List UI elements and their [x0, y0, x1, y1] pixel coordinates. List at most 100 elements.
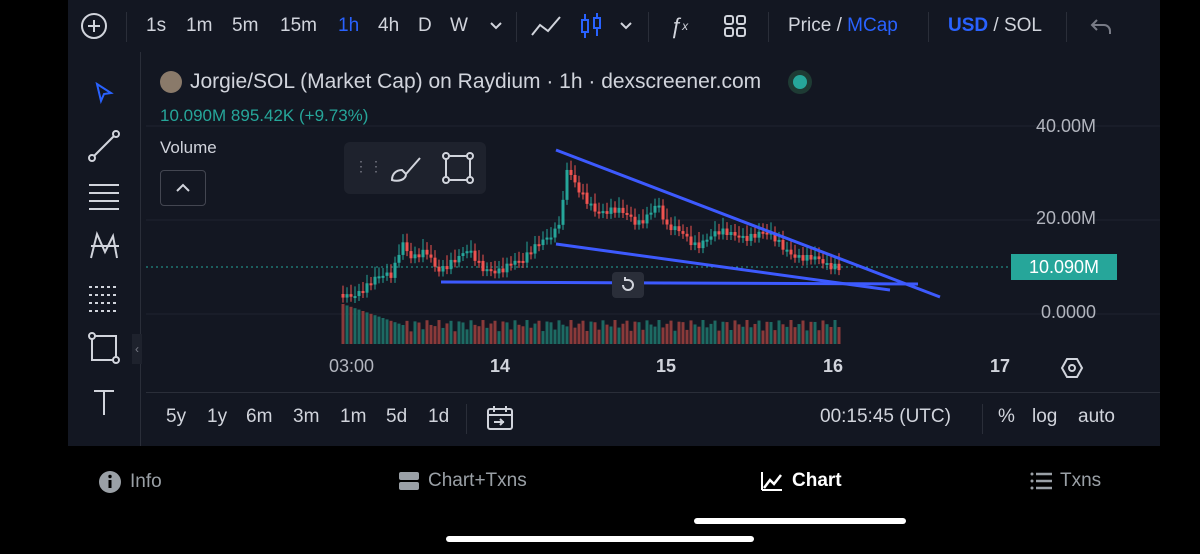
pattern-icon[interactable] [86, 228, 122, 264]
volume-bar [633, 321, 637, 344]
bottom-nav [0, 446, 1200, 554]
chevron-down-icon[interactable] [486, 0, 506, 52]
candle [681, 231, 685, 234]
chevron-down-icon[interactable] [616, 0, 636, 52]
volume-bar [589, 321, 593, 344]
volume-bar [517, 324, 521, 344]
candle [429, 254, 433, 258]
interval-1s[interactable]: 1s [146, 0, 166, 52]
volume-bar [685, 329, 689, 344]
price-label: Price / [788, 15, 842, 36]
layout-grid-icon[interactable] [720, 0, 750, 52]
log-toggle[interactable]: log [1032, 406, 1057, 428]
reset-icon[interactable] [612, 272, 644, 298]
date-range-icon[interactable] [486, 404, 514, 437]
candle [493, 270, 497, 274]
floating-toolbar: ⋮⋮ [344, 142, 486, 194]
volume-bar [833, 320, 837, 344]
volume-bar [745, 320, 749, 344]
horizontal-lines-icon[interactable] [86, 178, 122, 214]
candle [525, 252, 529, 263]
volume-bar [349, 306, 353, 344]
home-indicator [446, 536, 754, 542]
add-icon[interactable] [78, 0, 110, 52]
candles-icon[interactable] [576, 0, 606, 52]
nav-chart-label: Chart [792, 470, 842, 491]
utc-clock[interactable]: 00:15:45 (UTC) [820, 406, 951, 428]
candle [473, 250, 477, 261]
volume-bar [629, 330, 633, 344]
candle [765, 232, 769, 235]
volume-bar [733, 320, 737, 344]
interval-4h[interactable]: 4h [378, 0, 399, 52]
settings-icon[interactable] [1060, 356, 1084, 385]
tab-indicator [694, 518, 906, 524]
volume-bar [781, 324, 785, 344]
cursor-icon[interactable] [86, 76, 122, 112]
currency-toggle[interactable]: USD / SOL [948, 0, 1042, 52]
interval-d[interactable]: D [418, 0, 432, 52]
nav-info[interactable]: Info [98, 470, 162, 494]
candle [581, 192, 585, 195]
info-icon [99, 471, 121, 493]
indicators-icon[interactable]: ƒx [664, 0, 694, 52]
percent-toggle[interactable]: % [998, 406, 1015, 428]
chart-title-text: Jorgie/SOL (Market Cap) on Raydium · 1h … [190, 70, 762, 93]
candle [349, 294, 353, 297]
rectangle-icon[interactable] [442, 152, 474, 189]
candle [677, 226, 681, 232]
candle [365, 283, 369, 293]
interval-15m[interactable]: 15m [280, 0, 317, 52]
candle [481, 260, 485, 272]
line-chart-icon[interactable] [528, 0, 564, 52]
collapse-sidebar-icon[interactable]: ‹ [132, 334, 142, 364]
brush-icon[interactable] [388, 152, 424, 189]
range-5d[interactable]: 5d [386, 406, 407, 428]
undo-icon[interactable] [1086, 0, 1116, 52]
volume-bar [689, 320, 693, 344]
candle [425, 249, 429, 255]
candle [477, 260, 481, 263]
range-5y[interactable]: 5y [166, 406, 186, 428]
candle [537, 244, 541, 247]
range-1y[interactable]: 1y [207, 406, 227, 428]
collapse-legend-button[interactable] [160, 170, 206, 206]
nav-chart[interactable]: Chart [760, 470, 842, 492]
interval-w[interactable]: W [450, 0, 468, 52]
candle [837, 263, 841, 271]
range-6m[interactable]: 6m [246, 406, 272, 428]
price-toggle[interactable]: Price / MCap [788, 0, 898, 52]
interval-5m[interactable]: 5m [232, 0, 258, 52]
candle [529, 252, 533, 255]
candle [793, 254, 797, 258]
volume-bar [585, 330, 589, 344]
text-tool-icon[interactable] [86, 384, 122, 420]
volume-bar [501, 321, 505, 344]
candle [561, 199, 565, 225]
volume-bar [597, 329, 601, 344]
nav-txns[interactable]: Txns [1030, 470, 1101, 492]
rectangle-icon[interactable] [86, 330, 122, 366]
candle [685, 233, 689, 237]
range-1d[interactable]: 1d [428, 406, 449, 428]
range-3m[interactable]: 3m [293, 406, 319, 428]
auto-toggle[interactable]: auto [1078, 406, 1115, 428]
nav-chart-txns[interactable]: Chart+Txns [398, 470, 527, 492]
range-1m[interactable]: 1m [340, 406, 366, 428]
top-toolbar: 1s 1m 5m 15m 1h 4h D W ƒx Price / MCap U… [68, 0, 1160, 52]
candle [609, 207, 613, 214]
trendline-icon[interactable] [86, 128, 122, 164]
candle [585, 192, 589, 204]
volume-bar [521, 326, 525, 344]
nav-info-label: Info [130, 471, 162, 492]
interval-1h[interactable]: 1h [338, 0, 359, 52]
fib-icon[interactable] [86, 280, 122, 316]
candle [513, 260, 517, 265]
volume-bar [341, 304, 345, 344]
volume-bar [525, 320, 529, 344]
candle [613, 207, 617, 213]
volume-bar [433, 326, 437, 344]
interval-1m[interactable]: 1m [186, 0, 212, 52]
candle [497, 268, 501, 274]
drag-handle-icon[interactable]: ⋮⋮ [354, 158, 384, 175]
